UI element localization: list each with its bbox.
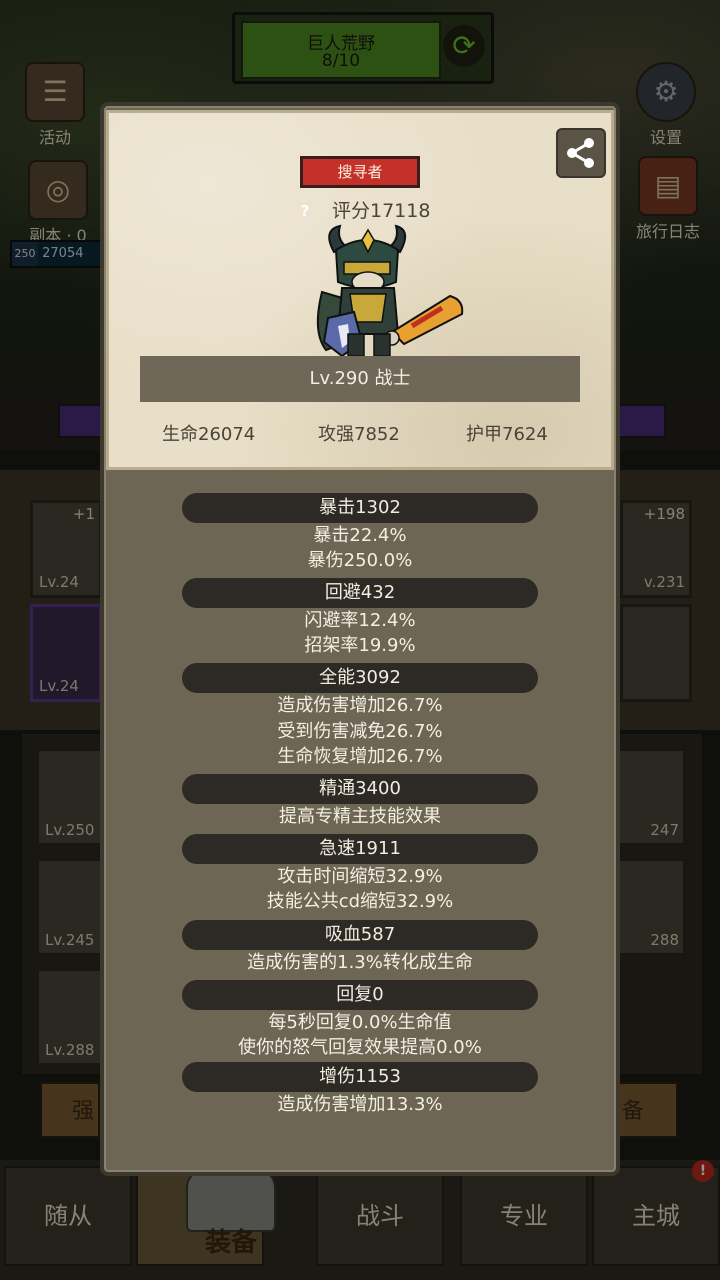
share-icon — [567, 138, 594, 168]
hero-level: Lv.290 战士 — [140, 356, 580, 402]
stat-detail: 提高专精主技能效果 — [279, 806, 441, 827]
stat-detail: 造成伤害增加13.3% — [277, 1094, 443, 1115]
class-tag: 搜寻者 — [300, 156, 420, 188]
attack-stat: 攻强7852 — [318, 424, 400, 445]
stat-detail: 暴伤250.0% — [307, 550, 413, 571]
stat-category-versatility: 全能3092 — [182, 663, 538, 693]
hero-portrait — [316, 224, 464, 358]
stat-category-regen: 回复0 — [182, 980, 538, 1010]
stat-detail: 造成伤害增加26.7% — [277, 695, 443, 716]
stat-detail: 使你的怒气回复效果提高0.0% — [238, 1037, 482, 1058]
share-button[interactable] — [556, 128, 606, 178]
stat-category-mastery: 精通3400 — [182, 774, 538, 804]
stat-category-lifesteal: 吸血587 — [182, 920, 538, 950]
stat-detail: 招架率19.9% — [304, 635, 416, 656]
stat-detail: 造成伤害的1.3%转化成生命 — [247, 952, 473, 973]
stat-detail: 技能公共cd缩短32.9% — [266, 891, 454, 912]
stat-detail: 受到伤害减免26.7% — [277, 721, 443, 742]
stat-detail: 暴击22.4% — [313, 525, 407, 546]
stat-detail: 生命恢复增加26.7% — [277, 746, 443, 767]
stat-category-critical: 暴击1302 — [182, 493, 538, 523]
stat-detail: 闪避率12.4% — [304, 610, 416, 631]
help-icon[interactable]: ? — [292, 198, 318, 224]
stat-detail: 每5秒回复0.0%生命值 — [268, 1012, 452, 1033]
stat-detail: 攻击时间缩短32.9% — [277, 866, 443, 887]
hero-score: 评分17118 — [332, 200, 431, 222]
stat-category-haste: 急速1911 — [182, 834, 538, 864]
armor-stat: 护甲7624 — [466, 424, 548, 445]
stat-category-evasion: 回避432 — [182, 578, 538, 608]
stat-category-damage-bonus: 增伤1153 — [182, 1062, 538, 1092]
hp-stat: 生命26074 — [162, 424, 256, 445]
